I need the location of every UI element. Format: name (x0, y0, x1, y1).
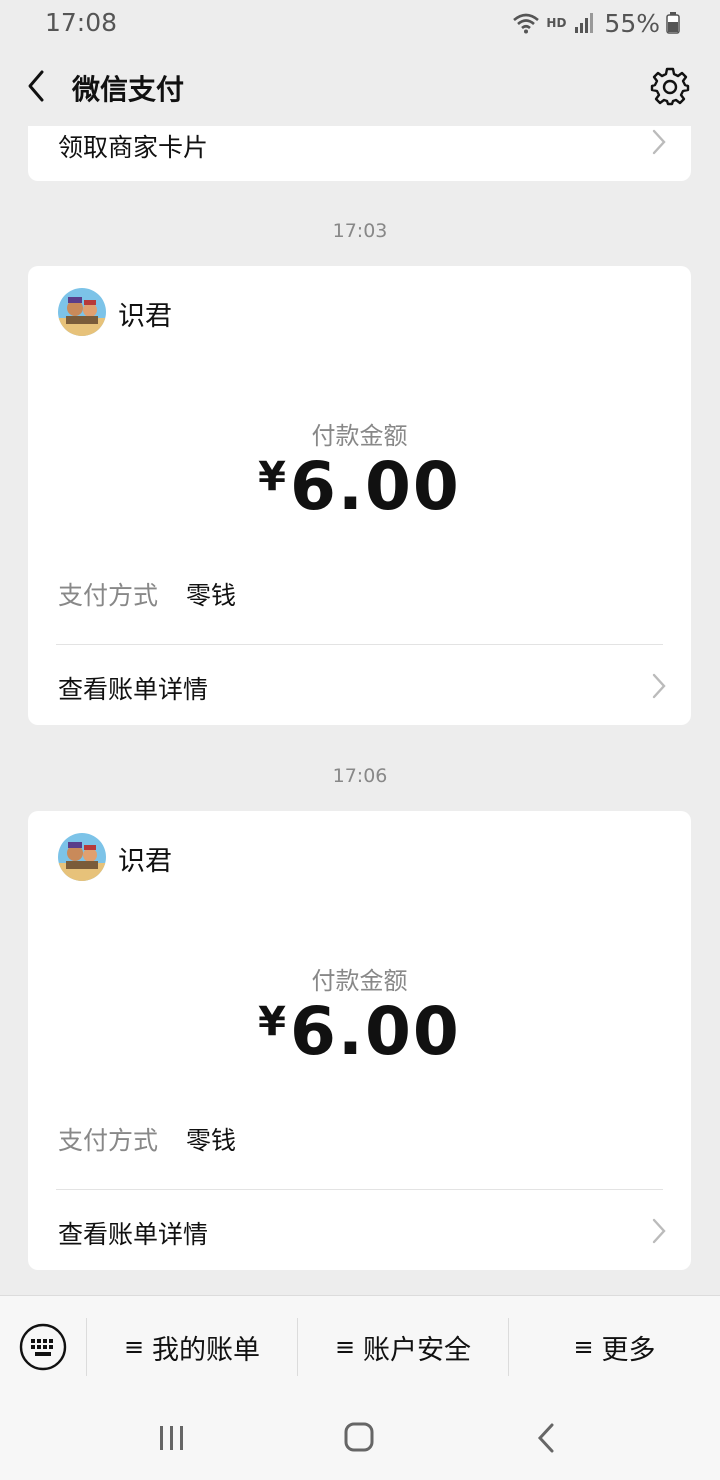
view-bill-details[interactable]: 查看账单详情 (28, 646, 691, 725)
chevron-right-icon (652, 129, 666, 155)
menu-my-bills[interactable]: ≡ 我的账单 (87, 1318, 297, 1376)
battery-percent: 55% (604, 8, 660, 38)
divider (56, 1189, 663, 1190)
chevron-right-icon (652, 673, 666, 699)
merchant-avatar (58, 288, 106, 336)
gear-icon[interactable] (650, 66, 690, 106)
chevron-left-icon[interactable] (22, 68, 52, 104)
menu-list-icon: ≡ (123, 1333, 145, 1361)
divider (56, 644, 663, 645)
message-time: 17:06 (332, 765, 388, 787)
payment-amount: ¥6.00 (28, 448, 691, 525)
wifi-icon (513, 13, 540, 34)
chevron-right-icon (652, 1218, 666, 1244)
view-bill-details-label: 查看账单详情 (58, 675, 209, 704)
view-bill-details-label: 查看账单详情 (58, 1220, 209, 1249)
merchant-card-label: 领取商家卡片 (58, 133, 209, 162)
payment-amount-label: 付款金额 (311, 422, 408, 450)
status-bar: 17:08 HD 55% (0, 0, 720, 48)
menu-label: 我的账单 (152, 1334, 261, 1366)
page-title: 微信支付 (72, 73, 185, 106)
merchant-name: 识君 (118, 846, 172, 877)
menu-list-icon: ≡ (573, 1333, 594, 1361)
back-nav-icon[interactable] (528, 1420, 568, 1456)
system-nav-bar (0, 1398, 720, 1480)
amount-value: 6.00 (290, 993, 461, 1070)
amount-value: 6.00 (290, 448, 461, 525)
payment-card: 识君 付款金额 ¥6.00 支付方式 零钱 查看账单详情 (28, 811, 691, 1270)
menu-account-security[interactable]: ≡ 账户安全 (298, 1318, 508, 1376)
status-indicators: HD 55% (512, 8, 680, 38)
payment-amount-label: 付款金额 (311, 967, 408, 995)
status-time: 17:08 (45, 8, 118, 37)
bottom-menu: ≡ 我的账单 ≡ 账户安全 ≡ 更多 (0, 1295, 720, 1398)
payment-method-value: 零钱 (186, 581, 237, 610)
payment-method-label: 支付方式 (58, 1126, 159, 1155)
menu-label: 账户安全 (363, 1334, 472, 1366)
payment-amount: ¥6.00 (28, 993, 691, 1070)
merchant-card-entry[interactable]: 领取商家卡片 (28, 126, 691, 181)
payment-method-label: 支付方式 (58, 581, 159, 610)
hd-badge: HD (546, 16, 567, 30)
payment-method-value: 零钱 (186, 1126, 237, 1155)
merchant-name: 识君 (118, 301, 172, 332)
home-icon[interactable] (339, 1420, 379, 1456)
message-time: 17:03 (332, 220, 388, 242)
menu-list-icon: ≡ (334, 1333, 356, 1361)
currency-symbol: ¥ (258, 454, 286, 500)
view-bill-details[interactable]: 查看账单详情 (28, 1191, 691, 1270)
battery-icon (666, 12, 680, 34)
menu-label: 更多 (601, 1334, 656, 1366)
payment-card: 识君 付款金额 ¥6.00 支付方式 零钱 查看账单详情 (28, 266, 691, 725)
menu-more[interactable]: ≡ 更多 (509, 1318, 720, 1376)
recent-apps-icon[interactable] (152, 1420, 192, 1456)
signal-icon (575, 13, 594, 33)
nav-bar: 微信支付 (0, 48, 720, 126)
keyboard-icon[interactable] (18, 1322, 68, 1372)
merchant-avatar (58, 833, 106, 881)
currency-symbol: ¥ (258, 999, 286, 1045)
